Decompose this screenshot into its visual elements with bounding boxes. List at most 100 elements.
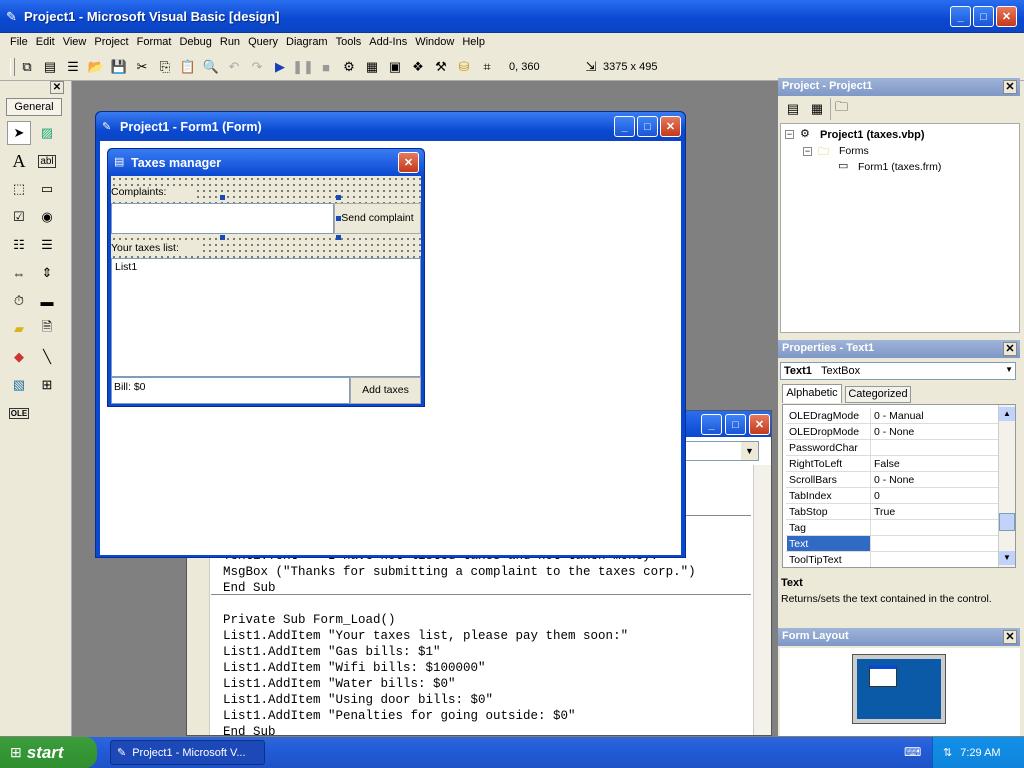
selection-handle[interactable] <box>336 195 341 200</box>
maximize-button[interactable]: □ <box>973 6 994 27</box>
property-row[interactable]: Text <box>786 536 998 552</box>
filelistbox-icon[interactable]: 🗎 <box>35 317 59 341</box>
scroll-down-icon[interactable]: ▼ <box>999 551 1015 565</box>
open-project-icon[interactable]: 📂 <box>85 56 107 78</box>
textbox-icon[interactable]: abl <box>35 149 59 173</box>
drivelistbox-icon[interactable]: ▬ <box>35 289 59 313</box>
property-value[interactable]: True <box>874 506 895 518</box>
label-icon[interactable]: A <box>7 149 31 173</box>
form-window-close-button[interactable]: ✕ <box>660 116 681 137</box>
complaint-textbox[interactable] <box>111 203 334 234</box>
tree-project-root[interactable]: Project1 (taxes.vbp) <box>820 129 925 141</box>
property-row[interactable]: OLEDropMode 0 - None <box>786 424 998 440</box>
data-view-icon[interactable]: ⛁ <box>453 56 475 78</box>
add-taxes-button[interactable]: Add taxes <box>350 377 421 404</box>
menu-run[interactable]: Run <box>220 36 240 48</box>
menu-edit[interactable]: Edit <box>36 36 55 48</box>
code-minimize-button[interactable]: _ <box>701 414 722 435</box>
taskbar-item-vb[interactable]: ✎ Project1 - Microsoft V... <box>110 740 265 765</box>
selection-handle[interactable] <box>220 195 225 200</box>
menu-view[interactable]: View <box>63 36 87 48</box>
menu-help[interactable]: Help <box>462 36 485 48</box>
property-row[interactable]: TabIndex 0 <box>786 488 998 504</box>
property-row[interactable]: ScrollBars 0 - None <box>786 472 998 488</box>
project-pane-close-icon[interactable]: ✕ <box>1003 80 1017 94</box>
code-scrollbar[interactable] <box>753 465 771 735</box>
form-layout-preview[interactable] <box>869 665 897 687</box>
properties-pane-close-icon[interactable]: ✕ <box>1003 342 1017 356</box>
property-row[interactable]: TabStop True <box>786 504 998 520</box>
object-dropdown[interactable]: Text1 TextBox ▼ <box>780 362 1016 380</box>
picturebox-icon[interactable]: ▨ <box>35 121 59 145</box>
tree-forms-folder[interactable]: Forms <box>839 145 869 157</box>
optionbutton-icon[interactable]: ◉ <box>35 205 59 229</box>
start-icon[interactable]: ▶ <box>269 56 291 78</box>
add-form-icon[interactable]: ▤ <box>39 56 61 78</box>
language-icon[interactable]: ⌨ <box>904 745 921 759</box>
scroll-thumb[interactable] <box>999 513 1015 531</box>
send-complaint-button[interactable]: Send complaint <box>334 203 421 234</box>
paste-icon[interactable]: 📋 <box>177 56 199 78</box>
shape-icon[interactable]: ◆ <box>7 345 31 369</box>
toolbox-tab-general[interactable]: General <box>6 98 62 116</box>
menu-tools[interactable]: Tools <box>336 36 362 48</box>
timer-icon[interactable]: ⏱ <box>7 289 31 313</box>
view-object-icon[interactable]: ▦ <box>806 98 828 120</box>
bill-textbox[interactable]: Bill: $0 <box>111 377 350 404</box>
menu-format[interactable]: Format <box>137 36 172 48</box>
property-row[interactable]: PasswordChar <box>786 440 998 456</box>
code-maximize-button[interactable]: □ <box>725 414 746 435</box>
property-row[interactable]: Tag <box>786 520 998 536</box>
code-line[interactable]: Private Sub Form_Load() <box>223 612 628 628</box>
property-row[interactable]: ToolTipText <box>786 552 998 567</box>
menu-query[interactable]: Query <box>248 36 278 48</box>
save-project-icon[interactable]: 💾 <box>108 56 130 78</box>
form-layout-close-icon[interactable]: ✕ <box>1003 630 1017 644</box>
selection-handle[interactable] <box>336 216 341 221</box>
commandbutton-icon[interactable]: ▭ <box>35 177 59 201</box>
code-line[interactable]: List1.AddItem "Your taxes list, please p… <box>223 628 628 644</box>
code-line[interactable]: List1.AddItem "Water bills: $0" <box>223 676 628 692</box>
view-code-icon[interactable]: ▤ <box>782 98 804 120</box>
property-value[interactable]: 0 - None <box>874 426 914 438</box>
property-row[interactable]: OLEDragMode 0 - Manual <box>786 408 998 424</box>
vscrollbar-icon[interactable]: ⇕ <box>35 261 59 285</box>
network-icon[interactable]: ⇅ <box>943 746 952 759</box>
listbox-icon[interactable]: ☰ <box>35 233 59 257</box>
tab-categorized[interactable]: Categorized <box>845 386 911 403</box>
add-project-icon[interactable]: ⧉ <box>16 56 38 78</box>
frame-icon[interactable]: ⬚ <box>7 177 31 201</box>
project-explorer-icon[interactable]: ⚙ <box>338 56 360 78</box>
menu-addins[interactable]: Add-Ins <box>369 36 407 48</box>
property-row[interactable]: RightToLeft False <box>786 456 998 472</box>
toolbox-icon[interactable]: ⚒ <box>430 56 452 78</box>
code-close-button[interactable]: ✕ <box>749 414 770 435</box>
tree-form-item[interactable]: Form1 (taxes.frm) <box>858 161 941 173</box>
code-line[interactable]: List1.AddItem "Penalties for going outsi… <box>223 708 628 724</box>
menu-project[interactable]: Project <box>94 36 128 48</box>
tree-collapse-icon[interactable]: − <box>785 130 794 139</box>
cut-icon[interactable]: ✂ <box>131 56 153 78</box>
procedure-dropdown[interactable]: ▼ <box>685 441 759 461</box>
end-icon[interactable]: ■ <box>315 56 337 78</box>
find-icon[interactable]: 🔍 <box>200 56 222 78</box>
selection-handle[interactable] <box>336 235 341 240</box>
checkbox-icon[interactable]: ☑ <box>7 205 31 229</box>
tab-alphabetic[interactable]: Alphabetic <box>782 384 842 403</box>
combobox-icon[interactable]: ☷ <box>7 233 31 257</box>
toggle-folders-icon[interactable]: 🗀 <box>830 98 852 120</box>
taxes-form-close-button[interactable]: ✕ <box>398 152 419 173</box>
clock[interactable]: 7:29 AM <box>960 747 1000 759</box>
image-icon[interactable]: ▧ <box>7 373 31 397</box>
property-value[interactable]: 0 - None <box>874 474 914 486</box>
form-window-maximize-button[interactable]: □ <box>637 116 658 137</box>
selection-handle[interactable] <box>220 235 225 240</box>
copy-icon[interactable]: ⎘ <box>154 56 176 78</box>
code-line[interactable]: List1.AddItem "Using door bills: $0" <box>223 692 628 708</box>
data-icon[interactable]: ⊞ <box>35 373 59 397</box>
ole-icon[interactable]: OLE <box>7 401 31 425</box>
code-line[interactable]: MsgBox ("Thanks for submitting a complai… <box>223 564 696 580</box>
minimize-button[interactable]: _ <box>950 6 971 27</box>
code-line[interactable]: End Sub <box>223 724 628 736</box>
form-layout-icon[interactable]: ▣ <box>384 56 406 78</box>
